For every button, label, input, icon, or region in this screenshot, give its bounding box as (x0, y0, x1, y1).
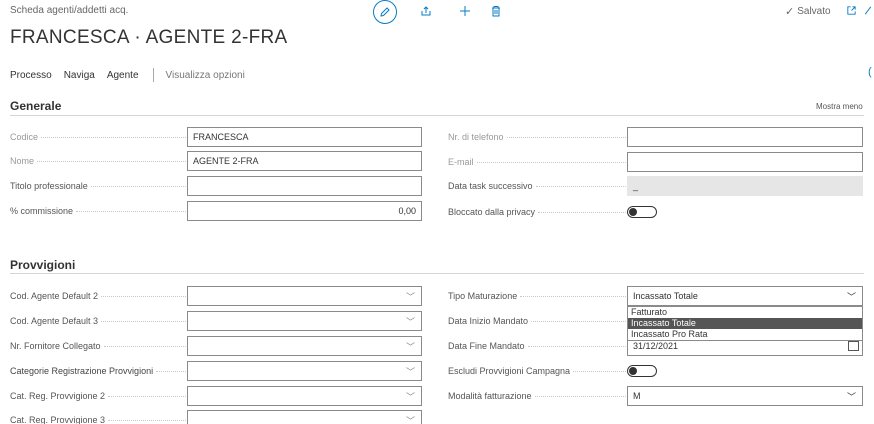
info-pane-icon[interactable]: ( (868, 66, 872, 78)
breadcrumb: Scheda agenti/addetti acq. (10, 5, 129, 16)
chevron-down-icon: ﹀ (405, 367, 415, 377)
field-row-privacy: Bloccato dalla privacy (448, 202, 626, 222)
share-icon (421, 6, 431, 16)
label-escludi-provvigioni: Escludi Provvigioni Campagna (448, 366, 626, 376)
collapse-icon (864, 6, 872, 14)
field-row-nome: Nome (10, 151, 186, 171)
chevron-down-icon: ﹀ (405, 317, 415, 327)
tipo-maturazione-dropdown: Fatturato Incassato Totale Incassato Pro… (627, 306, 863, 341)
codice-input[interactable]: FRANCESCA (187, 127, 422, 147)
label-bloccato-privacy: Bloccato dalla privacy (448, 207, 626, 217)
plus-icon (460, 6, 470, 16)
section-provvigioni-title[interactable]: Provvigioni (10, 258, 75, 272)
agente-default-3-select[interactable]: ﹀ (187, 311, 422, 331)
collapse-button[interactable] (862, 2, 874, 18)
label-data-inizio-mandato: Data Inizio Mandato (448, 316, 626, 326)
data-task-field: _ (627, 176, 863, 196)
dropdown-option-fatturato[interactable]: Fatturato (628, 307, 862, 318)
check-icon: ✓ (785, 6, 795, 18)
section-divider (10, 115, 864, 116)
label-cat-reg-3: Cat. Reg. Provvigione 3 (10, 415, 186, 424)
trash-icon (492, 6, 500, 17)
label-email: E-mail (448, 157, 626, 167)
toggle-knob (629, 208, 637, 216)
label-modalita-fatturazione: Modalità fatturazione (448, 391, 626, 401)
label-tipo-maturazione: Tipo Maturazione (448, 291, 626, 301)
telefono-input[interactable] (627, 127, 863, 147)
escludi-provvigioni-toggle[interactable] (627, 365, 657, 377)
action-processo[interactable]: Processo (10, 70, 52, 81)
saved-status: ✓ Salvato (785, 5, 831, 18)
chevron-down-icon: ﹀ (405, 292, 415, 302)
titolo-professionale-input[interactable] (187, 176, 422, 196)
field-row-agente3: Cod. Agente Default 3 (10, 311, 186, 331)
label-commissione: % commissione (10, 206, 186, 216)
calendar-icon[interactable] (848, 341, 859, 351)
pencil-icon (380, 7, 390, 17)
privacy-toggle[interactable] (627, 206, 657, 218)
categorie-registrazione-select[interactable]: ﹀ (187, 361, 422, 381)
field-row-escludi: Escludi Provvigioni Campagna (448, 361, 626, 381)
field-row-tipo-maturazione: Tipo Maturazione (448, 286, 626, 306)
section-divider (10, 273, 864, 274)
label-data-fine-mandato: Data Fine Mandato (448, 341, 626, 351)
label-data-task: Data task successivo (448, 181, 626, 191)
label-telefono: Nr. di telefono (448, 132, 626, 142)
cat-reg-2-select[interactable]: ﹀ (187, 386, 422, 406)
tipo-maturazione-select[interactable]: Incassato Totale ﹀ (627, 286, 863, 306)
chevron-down-icon: ﹀ (405, 416, 415, 424)
field-row-agente2: Cod. Agente Default 2 (10, 286, 186, 306)
chevron-down-icon: ﹀ (405, 392, 415, 402)
label-categorie-registrazione: Categorie Registrazione Provvigioni (10, 366, 186, 376)
share-button[interactable] (418, 3, 434, 19)
field-row-categorie: Categorie Registrazione Provvigioni (10, 361, 186, 381)
show-less-link[interactable]: Mostra meno (816, 102, 863, 111)
field-row-fine-mandato: Data Fine Mandato (448, 336, 626, 356)
modalita-fatturazione-select[interactable]: M ﹀ (627, 386, 863, 406)
field-row-catreg2: Cat. Reg. Provvigione 2 (10, 386, 186, 406)
action-naviga[interactable]: Naviga (64, 70, 95, 81)
chevron-down-icon: ﹀ (846, 392, 856, 402)
field-row-fornitore: Nr. Fornitore Collegato (10, 336, 186, 356)
toggle-knob (629, 367, 637, 375)
field-row-telefono: Nr. di telefono (448, 127, 626, 147)
view-options-link[interactable]: Visualizza opzioni (166, 70, 245, 81)
open-new-window-icon (846, 5, 856, 15)
action-bar: Processo Naviga Agente Visualizza opzion… (10, 67, 245, 83)
commissione-input[interactable]: 0,00 (187, 201, 422, 221)
chevron-down-icon: ﹀ (405, 342, 415, 352)
field-row-catreg3: Cat. Reg. Provvigione 3 (10, 410, 186, 424)
label-nome: Nome (10, 156, 186, 166)
agente-default-2-select[interactable]: ﹀ (187, 286, 422, 306)
action-agente[interactable]: Agente (107, 70, 139, 81)
label-cat-reg-2: Cat. Reg. Provvigione 2 (10, 391, 186, 401)
fornitore-collegato-select[interactable]: ﹀ (187, 336, 422, 356)
delete-button[interactable] (488, 3, 504, 19)
saved-label: Salvato (797, 6, 831, 17)
field-row-email: E-mail (448, 152, 626, 172)
field-row-inizio-mandato: Data Inizio Mandato (448, 311, 626, 331)
new-button[interactable] (457, 3, 473, 19)
label-titolo-professionale: Titolo professionale (10, 181, 186, 191)
section-generale-title[interactable]: Generale (10, 99, 61, 113)
field-row-task: Data task successivo (448, 176, 626, 196)
dropdown-option-incassato-pro-rata[interactable]: Incassato Pro Rata (628, 329, 862, 340)
open-new-window-button[interactable] (843, 2, 859, 18)
dropdown-option-incassato-totale[interactable]: Incassato Totale (628, 318, 862, 329)
field-row-titolo: Titolo professionale (10, 176, 186, 196)
page-title: FRANCESCA · AGENTE 2-FRA (10, 27, 288, 48)
cat-reg-3-select[interactable]: ﹀ (187, 410, 422, 424)
field-row-commissione: % commissione (10, 201, 186, 221)
chevron-down-icon: ﹀ (846, 292, 856, 302)
label-codice: Codice (10, 132, 186, 142)
label-fornitore-collegato: Nr. Fornitore Collegato (10, 341, 186, 351)
field-row-modalita: Modalità fatturazione (448, 386, 626, 406)
label-agente-default-3: Cod. Agente Default 3 (10, 316, 186, 326)
email-input[interactable] (627, 152, 863, 172)
action-separator (152, 68, 154, 82)
edit-button[interactable] (373, 0, 397, 24)
field-row-codice: Codice (10, 127, 186, 147)
nome-input[interactable]: AGENTE 2-FRA (187, 151, 422, 171)
label-agente-default-2: Cod. Agente Default 2 (10, 291, 186, 301)
